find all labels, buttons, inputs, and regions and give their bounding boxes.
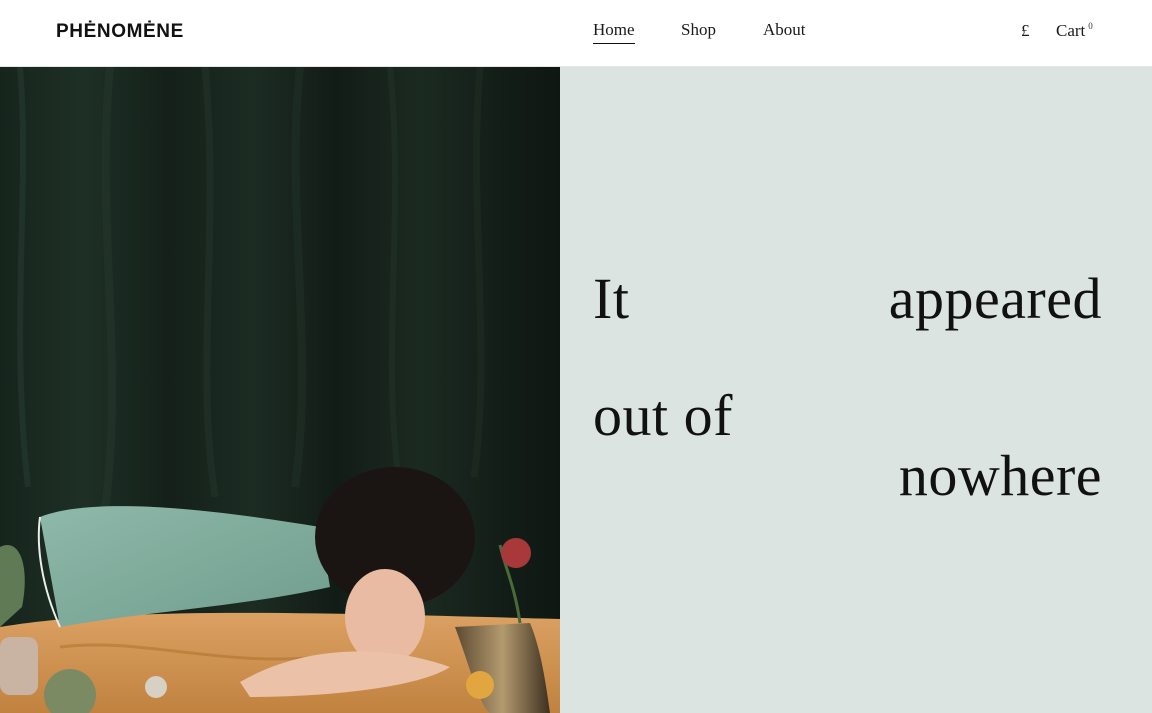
hero-photo xyxy=(0,67,560,713)
nav-item-about[interactable]: About xyxy=(763,20,806,43)
hero-photo-illustration xyxy=(0,67,560,713)
site-header: PHĖNOMĖNE Home Shop About £ Cart 0 xyxy=(0,0,1152,67)
hero-text-panel: It appeared out of nowhere xyxy=(560,67,1152,713)
headline-word-appeared: appeared xyxy=(888,266,1102,331)
cart-count-badge: 0 xyxy=(1088,21,1093,32)
nav-item-shop[interactable]: Shop xyxy=(681,20,716,43)
headline-word-out-of: out of xyxy=(593,383,733,448)
cart-link[interactable]: Cart 0 xyxy=(1056,21,1093,41)
cart-label: Cart xyxy=(1056,21,1086,40)
nav-item-home[interactable]: Home xyxy=(593,20,635,44)
currency-selector[interactable]: £ xyxy=(1021,21,1030,41)
headline-word-it: It xyxy=(593,266,630,331)
brand-logo[interactable]: PHĖNOMĖNE xyxy=(56,21,184,43)
headline-word-nowhere: nowhere xyxy=(898,443,1102,508)
